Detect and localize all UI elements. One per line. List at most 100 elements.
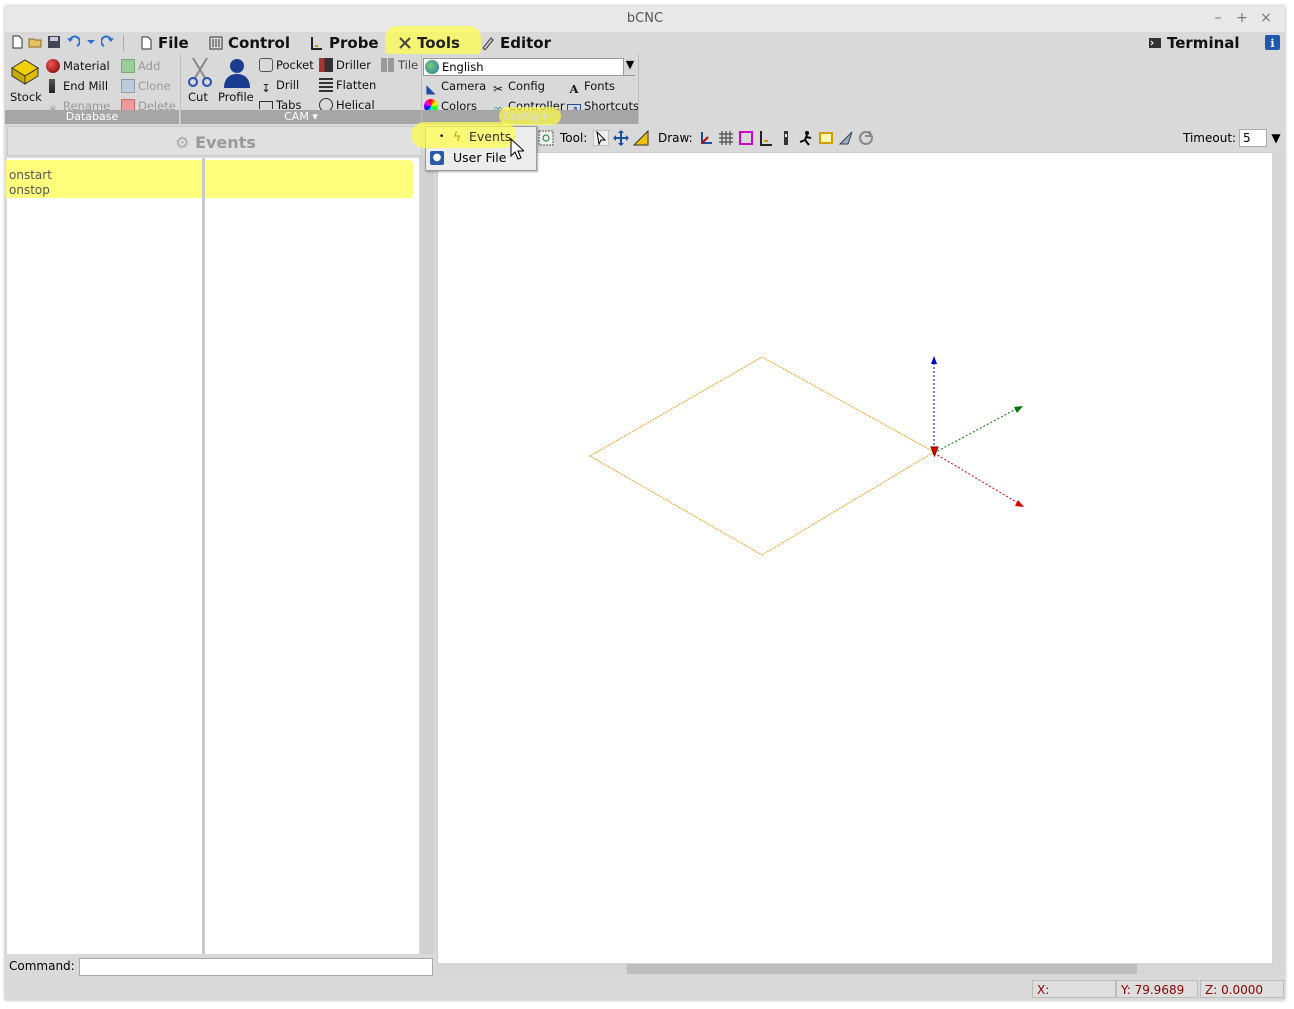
terminal-icon xyxy=(1149,38,1161,48)
cam-group-label[interactable]: CAM ▾ xyxy=(181,110,421,124)
endmill-button[interactable]: End Mill xyxy=(46,77,108,95)
gcode-canvas[interactable] xyxy=(437,152,1273,964)
maximize-button[interactable]: + xyxy=(1233,9,1251,27)
list-item[interactable]: onstop xyxy=(9,183,413,198)
tool-position-icon xyxy=(930,446,939,458)
tab-tools[interactable]: Tools xyxy=(398,32,460,54)
file-icon xyxy=(141,36,152,50)
terminal-label: Terminal xyxy=(1167,34,1240,52)
events-scrollbar[interactable] xyxy=(420,156,434,954)
rapid-motion-icon[interactable] xyxy=(798,130,814,146)
events-list[interactable]: onstart onstop xyxy=(5,158,419,954)
tool-label: Tool: xyxy=(560,131,588,145)
menu-bar: File Control Probe Tools Editor Terminal… xyxy=(5,26,1285,60)
tab-file[interactable]: File xyxy=(139,32,189,54)
config-label: Config xyxy=(508,79,545,93)
paths-icon[interactable] xyxy=(818,130,834,146)
pocket-button[interactable]: Pocket xyxy=(259,56,314,74)
scrollbar-thumb[interactable] xyxy=(627,964,1137,974)
canvas-vertical-scrollbar[interactable] xyxy=(1272,152,1285,962)
scissors-icon xyxy=(188,57,212,87)
undo-history-chevron-icon[interactable] xyxy=(84,35,98,49)
tab-editor[interactable]: Editor xyxy=(481,32,551,54)
pan-move-icon[interactable] xyxy=(613,130,629,146)
y-axis-arrow-icon xyxy=(1014,406,1023,413)
ruler-icon[interactable] xyxy=(633,130,649,146)
driller-button[interactable]: Driller xyxy=(319,56,371,74)
refresh-icon[interactable] xyxy=(858,130,874,146)
add-button[interactable]: Add xyxy=(121,57,160,75)
clone-button[interactable]: Clone xyxy=(121,77,171,95)
user-icon: ● xyxy=(430,151,444,165)
list-item[interactable]: onstart xyxy=(9,168,413,183)
y-axis xyxy=(933,408,1017,454)
select-pointer-icon[interactable] xyxy=(593,130,609,146)
info-icon[interactable]: i xyxy=(1265,35,1280,50)
stock-button[interactable]: Stock xyxy=(7,56,43,106)
svg-text:i: i xyxy=(1270,37,1274,50)
events-header: ⚙ Events xyxy=(7,126,422,156)
config-button[interactable]: ✂ Config xyxy=(491,77,545,96)
flatten-button[interactable]: Flatten xyxy=(319,76,376,94)
zoom-fit-icon[interactable] xyxy=(538,130,554,146)
axes-icon[interactable] xyxy=(698,130,714,146)
timeout-dropdown-icon[interactable]: ▼ xyxy=(1269,129,1283,147)
x-axis-arrow-icon xyxy=(1015,500,1024,507)
workarea-icon[interactable] xyxy=(778,130,794,146)
new-file-icon[interactable] xyxy=(10,35,24,49)
clone-label: Clone xyxy=(138,79,171,93)
material-label: Material xyxy=(63,59,110,73)
tab-tools-label: Tools xyxy=(417,34,460,52)
control-icon xyxy=(209,36,223,50)
radio-bullet-icon: • xyxy=(439,132,445,142)
save-icon[interactable] xyxy=(47,35,61,49)
margins-icon[interactable] xyxy=(738,130,754,146)
cam-group-text: CAM xyxy=(284,110,309,123)
pocket-icon xyxy=(259,58,273,72)
endmill-label: End Mill xyxy=(63,79,109,93)
driller-label: Driller xyxy=(336,58,371,72)
undo-icon[interactable] xyxy=(66,35,80,49)
camera-overlay-icon[interactable] xyxy=(838,130,854,146)
profile-button[interactable]: Profile xyxy=(217,56,257,106)
camera-icon: ◣ xyxy=(426,82,436,96)
grid-icon[interactable] xyxy=(718,130,734,146)
globe-icon xyxy=(425,60,439,74)
cut-button[interactable]: Cut xyxy=(183,56,217,106)
open-folder-icon[interactable] xyxy=(28,35,42,49)
ribbon: Stock Material End Mill ✳Rename Add Clon… xyxy=(5,54,1285,125)
events-title: ⚙ Events xyxy=(8,133,423,152)
redo-icon[interactable] xyxy=(101,35,115,49)
title-bar: bCNC – + × xyxy=(5,6,1285,32)
drill-button[interactable]: ↧ Drill xyxy=(259,76,299,95)
timeout-input[interactable]: 5 xyxy=(1239,129,1267,147)
language-dropdown-icon[interactable]: ▼ xyxy=(623,58,636,75)
material-button[interactable]: Material xyxy=(46,57,110,75)
lightning-icon: ϟ xyxy=(453,129,462,144)
tile-button[interactable]: Tile xyxy=(381,56,418,74)
tab-probe[interactable]: Probe xyxy=(310,32,379,54)
add-icon xyxy=(121,59,135,73)
stock-icon xyxy=(11,59,39,85)
language-value: English xyxy=(442,60,484,74)
fonts-icon: A xyxy=(569,82,579,96)
fonts-button[interactable]: A Fonts xyxy=(567,77,616,96)
command-input[interactable] xyxy=(79,958,433,976)
drill-icon: ↧ xyxy=(261,82,271,95)
window-title: bCNC xyxy=(626,11,664,26)
camera-label: Camera xyxy=(441,79,487,93)
chevron-down-icon: ▾ xyxy=(541,110,548,123)
tab-control[interactable]: Control xyxy=(209,32,290,54)
column-splitter[interactable] xyxy=(202,158,205,954)
language-select[interactable]: English ▼ xyxy=(423,58,636,76)
minimize-button[interactable]: – xyxy=(1209,9,1227,27)
probe-draw-icon[interactable] xyxy=(758,130,774,146)
canvas-horizontal-scrollbar[interactable] xyxy=(437,963,1285,975)
material-icon xyxy=(46,59,60,73)
terminal-button[interactable]: Terminal xyxy=(1148,32,1240,54)
config-group-label[interactable]: Config ▾ xyxy=(503,110,547,124)
status-z: Z: 0.0000 xyxy=(1200,980,1284,998)
close-button[interactable]: × xyxy=(1257,9,1275,27)
timeout-label: Timeout: xyxy=(1183,131,1237,145)
camera-button[interactable]: ◣ Camera xyxy=(424,77,487,96)
